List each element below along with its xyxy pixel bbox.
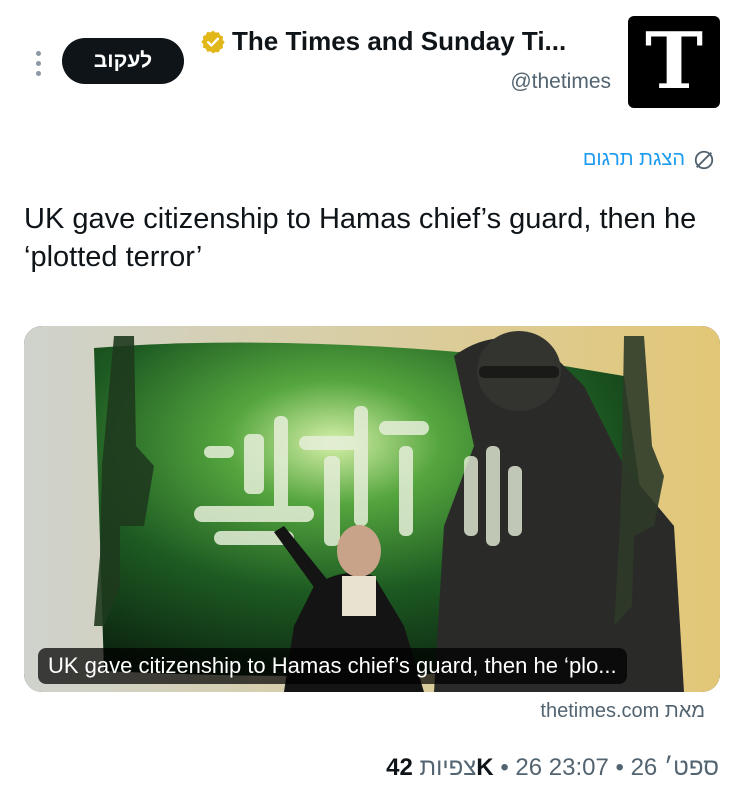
link-preview-card[interactable]: UK gave citizenship to Hamas chief’s gua… [24,326,720,692]
globe-icon [694,150,714,169]
account-name-row[interactable]: The Times and Sunday Ti... [200,26,566,57]
card-caption: UK gave citizenship to Hamas chief’s gua… [38,648,627,684]
article-image [24,326,720,692]
views-label: צפיות [419,754,477,781]
more-options-icon[interactable] [28,46,48,80]
avatar-letter: T [644,16,704,107]
separator-2: • [615,754,624,781]
follow-button[interactable]: לעקוב [62,38,184,84]
source-link[interactable]: thetimes.com מאת [540,700,705,723]
tweet-meta: צפיות 42K • 26 ספט׳ 26 • 23:07 [386,754,719,782]
account-handle[interactable]: @thetimes [510,70,611,94]
tweet-time[interactable]: 23:07 [549,754,609,781]
avatar[interactable]: T [628,16,720,108]
verified-badge-icon [201,30,225,53]
separator-1: • [500,754,509,781]
tweet-text: UK gave citizenship to Hamas chief’s gua… [24,203,697,273]
account-name: The Times and Sunday Ti... [232,26,567,56]
translate-link[interactable]: הצגת תרגום [583,148,715,171]
translate-label: הצגת תרגום [582,148,685,170]
